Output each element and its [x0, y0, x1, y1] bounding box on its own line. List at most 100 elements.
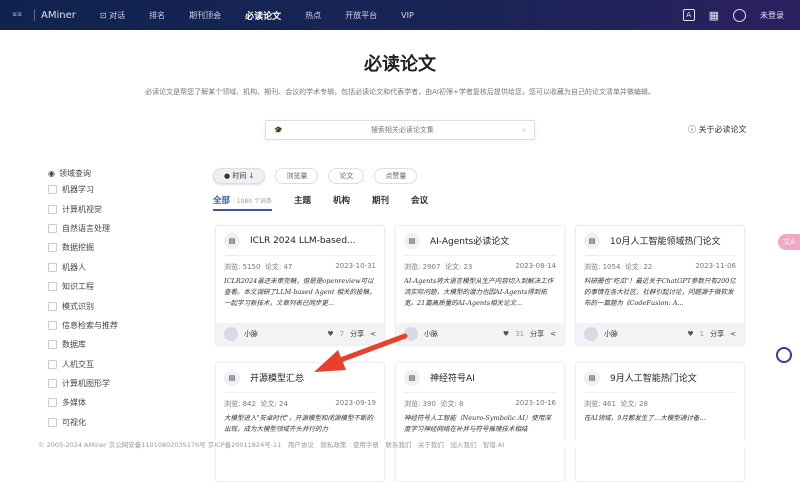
tab-label: 全部 [213, 196, 231, 206]
sidebar-item[interactable]: 数据挖掘 [48, 238, 118, 257]
sidebar-item[interactable]: 信息检索与推荐 [48, 316, 118, 335]
sidebar-item[interactable]: 可视化 [48, 413, 118, 432]
card-title[interactable]: 9月人工智能热门论文 [610, 371, 697, 384]
share-button[interactable]: 分享 [530, 329, 544, 339]
aminer-logo[interactable]: ≋≋ [6, 7, 28, 23]
aminer-wordmark[interactable]: AMiner [41, 10, 76, 21]
checkbox[interactable] [48, 398, 57, 408]
sidebar: ◉ 领域查询 机器学习 计算机视觉 自然语言处理 数据挖掘 机器人 知识工程 模式识别 信息检索… [48, 166, 118, 432]
footer: © 2005-2024 AMiner 京公网安备11010802035176号 … [0, 439, 800, 449]
card-title[interactable]: ICLR 2024 LLM-based... [250, 236, 356, 246]
sidebar-item[interactable]: 自然语言处理 [48, 219, 118, 238]
papers: 47 [283, 263, 293, 271]
checkbox[interactable] [48, 282, 57, 292]
nav-open-platform[interactable]: 开放平台 [345, 10, 377, 21]
sort-options: ● 时间 ↓ 浏览量 论文 点赞量 [213, 168, 418, 184]
checkbox[interactable] [48, 301, 57, 311]
tab-journal[interactable]: 期刊 [372, 194, 389, 211]
checkbox[interactable] [48, 204, 57, 214]
sidebar-item-label: 计算机视觉 [62, 204, 102, 214]
sidebar-item[interactable]: 机器学习 [48, 180, 118, 199]
checkbox[interactable] [48, 320, 57, 330]
annotation-arrow [314, 333, 408, 372]
share-icon[interactable]: < [550, 330, 556, 338]
nav-journals[interactable]: 期刊顶会 [189, 10, 221, 21]
date: 2023-08-14 [515, 262, 556, 270]
checkbox[interactable] [48, 185, 57, 195]
checkbox[interactable] [48, 243, 57, 253]
checkbox[interactable] [48, 223, 57, 233]
views: 2907 [422, 263, 441, 271]
author[interactable]: 小脉 [244, 329, 258, 339]
search-icon[interactable]: ⌕ [522, 126, 526, 135]
card-footer: 小脉 ♥ 31 分享 < [396, 323, 564, 344]
card-title[interactable]: 神经符号AI [430, 371, 475, 384]
sidebar-item[interactable]: 模式识别 [48, 296, 118, 315]
sidebar-item[interactable]: 机器人 [48, 258, 118, 277]
about-label: 关于必读论文 [698, 125, 747, 134]
graduation-cap-icon: 🎓 [274, 126, 283, 134]
sidebar-item[interactable]: 多媒体 [48, 393, 118, 412]
nav-ranking[interactable]: 排名 [149, 10, 165, 21]
document-icon: ▤ [584, 232, 600, 249]
sort-papers[interactable]: 论文 [328, 168, 365, 184]
sidebar-item-label: 数据库 [62, 340, 86, 350]
sidebar-item[interactable]: 数据库 [48, 335, 118, 354]
collection-card[interactable]: ▤ AI-Agents必读论文 浏览: 2907 论文: 23 2023-08-14… [395, 225, 565, 345]
checkbox[interactable] [48, 340, 57, 350]
tab-conference[interactable]: 会议 [411, 194, 428, 211]
translate-icon[interactable]: A [682, 9, 695, 21]
sort-views[interactable]: 浏览量 [275, 168, 319, 184]
date: 2023-10-31 [335, 262, 376, 270]
sidebar-item[interactable]: 人机交互 [48, 355, 118, 374]
about-link[interactable]: ⓘ 关于必读论文 [688, 124, 747, 135]
tab-topic[interactable]: 主题 [294, 194, 311, 211]
tab-institution[interactable]: 机构 [333, 194, 350, 211]
share-icon[interactable]: < [730, 330, 736, 338]
translate-float-button[interactable]: 文A [778, 234, 800, 250]
sort-time[interactable]: ● 时间 ↓ [213, 168, 266, 184]
sidebar-item[interactable]: 计算机图形学 [48, 374, 118, 393]
share-button[interactable]: 分享 [710, 329, 724, 339]
collection-card[interactable]: ▤ ICLR 2024 LLM-based... 浏览: 5150 论文: 47 2… [215, 225, 385, 345]
views: 390 [422, 400, 436, 408]
search-input[interactable] [282, 126, 523, 134]
divider [34, 9, 35, 21]
checkbox[interactable] [48, 379, 57, 389]
papers-label: 论文: [620, 400, 637, 408]
papers-label: 论文: [264, 263, 282, 271]
document-icon: ▤ [404, 232, 420, 249]
author[interactable]: 小脉 [424, 329, 438, 339]
tab-count: · 1080 个词条 [232, 198, 272, 205]
collection-card[interactable]: ▤ 9月人工智能热门论文 浏览: 461 论文: 28 在AI领域，9月都发生了…… [575, 362, 745, 482]
heart-icon[interactable]: ♥ [687, 330, 693, 338]
apps-grid-icon[interactable]: ▦ [709, 9, 719, 22]
sidebar-item[interactable]: 知识工程 [48, 277, 118, 296]
top-nav: ≋≋ AMiner ⊡ 对话 排名 期刊顶会 必读论文 热点 开放平台 VIP … [0, 0, 800, 30]
login-link[interactable]: 未登录 [760, 10, 784, 21]
nav-vip[interactable]: VIP [401, 11, 414, 20]
card-title[interactable]: AI-Agents必读论文 [430, 234, 509, 247]
author[interactable]: 小脉 [604, 329, 618, 339]
user-icon[interactable] [733, 8, 746, 22]
collection-card[interactable]: ▤ 神经符号AI 浏览: 390 论文: 8 2023-10-16 神经符号人工智能… [395, 362, 565, 482]
nav-chat[interactable]: ⊡ 对话 [100, 10, 125, 21]
checkbox[interactable] [48, 359, 57, 369]
sort-likes[interactable]: 点赞量 [374, 168, 418, 184]
checkbox[interactable] [48, 262, 57, 272]
papers-label: 论文: [624, 263, 642, 271]
card-title[interactable]: 10月人工智能领域热门论文 [610, 234, 720, 247]
views-label: 浏览: [584, 400, 601, 408]
checkbox[interactable] [48, 417, 57, 427]
nav-must-read[interactable]: 必读论文 [245, 9, 281, 22]
search-box[interactable]: 🎓 ⌕ [265, 120, 535, 140]
sidebar-item-label: 多媒体 [62, 398, 86, 408]
nav-hot[interactable]: 热点 [305, 10, 321, 21]
papers: 23 [463, 263, 473, 271]
tab-all[interactable]: 全部 · 1080 个词条 [213, 194, 272, 211]
card-title[interactable]: 开源模型汇总 [250, 371, 304, 384]
collection-card[interactable]: ▤ 10月人工智能领域热门论文 浏览: 1054 论文: 22 2023-11-06… [575, 225, 745, 345]
sidebar-item[interactable]: 计算机视觉 [48, 199, 118, 218]
heart-icon[interactable]: ♥ [503, 330, 509, 338]
assistant-float-button[interactable] [776, 347, 792, 363]
